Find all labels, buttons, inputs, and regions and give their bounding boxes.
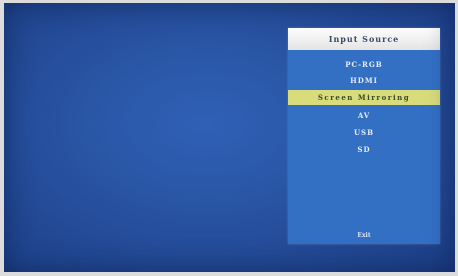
input-source-menu: Input Source PC-RGB HDMI Screen Mirrorin… [288, 28, 440, 244]
display-frame: Input Source PC-RGB HDMI Screen Mirrorin… [0, 0, 458, 276]
menu-item-hdmi[interactable]: HDMI [288, 73, 440, 88]
menu-item-usb[interactable]: USB [288, 125, 440, 140]
tv-screen: Input Source PC-RGB HDMI Screen Mirrorin… [4, 3, 455, 272]
menu-title: Input Source [288, 28, 440, 50]
menu-item-pc-rgb[interactable]: PC-RGB [288, 57, 440, 72]
menu-item-av[interactable]: AV [288, 108, 440, 123]
menu-item-sd[interactable]: SD [288, 142, 440, 157]
menu-item-screen-mirroring[interactable]: Screen Mirroring [288, 90, 440, 105]
menu-exit-hint[interactable]: Exit [288, 230, 440, 242]
